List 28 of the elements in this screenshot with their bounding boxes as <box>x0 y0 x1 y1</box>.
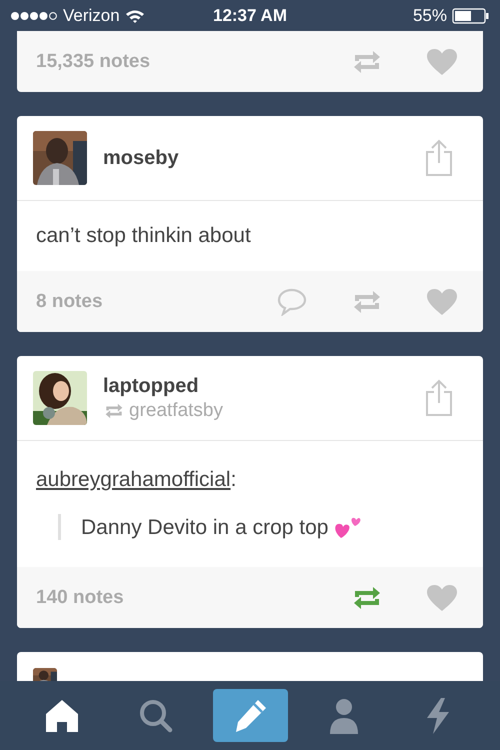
blog-name[interactable]: laptopped <box>103 374 409 398</box>
battery-percent: 55% <box>412 6 447 26</box>
wifi-icon <box>124 8 145 22</box>
reply-icon[interactable] <box>277 288 307 316</box>
post-text: can’t stop thinkin about <box>36 224 251 248</box>
share-icon[interactable] <box>425 139 453 177</box>
person-icon[interactable] <box>329 698 359 734</box>
compose-button[interactable] <box>212 689 288 742</box>
clock-time: 12:37 AM <box>212 6 287 26</box>
signal-icon <box>10 10 58 20</box>
notes-count[interactable]: 8 notes <box>36 290 103 312</box>
lightning-icon[interactable] <box>425 698 451 734</box>
quote-text: Danny Devito in a crop top <box>81 516 328 540</box>
heart-icon[interactable] <box>427 48 457 74</box>
colon-text: : <box>230 468 236 491</box>
reblog-source[interactable]: greatfatsby <box>129 400 223 422</box>
carrier-name: Verizon <box>63 6 120 26</box>
share-icon[interactable] <box>425 379 453 417</box>
home-icon[interactable] <box>44 698 80 734</box>
battery-icon <box>452 8 490 24</box>
search-icon[interactable] <box>139 698 173 732</box>
notes-count[interactable]: 15,335 notes <box>36 50 150 72</box>
notes-count[interactable]: 140 notes <box>36 586 124 608</box>
source-link[interactable]: aubreygrahamofficial <box>36 468 231 491</box>
heart-icon[interactable] <box>427 288 457 314</box>
heart-icon[interactable] <box>427 584 457 610</box>
blog-name[interactable]: moseby <box>103 146 409 170</box>
reblog-icon <box>103 402 125 420</box>
